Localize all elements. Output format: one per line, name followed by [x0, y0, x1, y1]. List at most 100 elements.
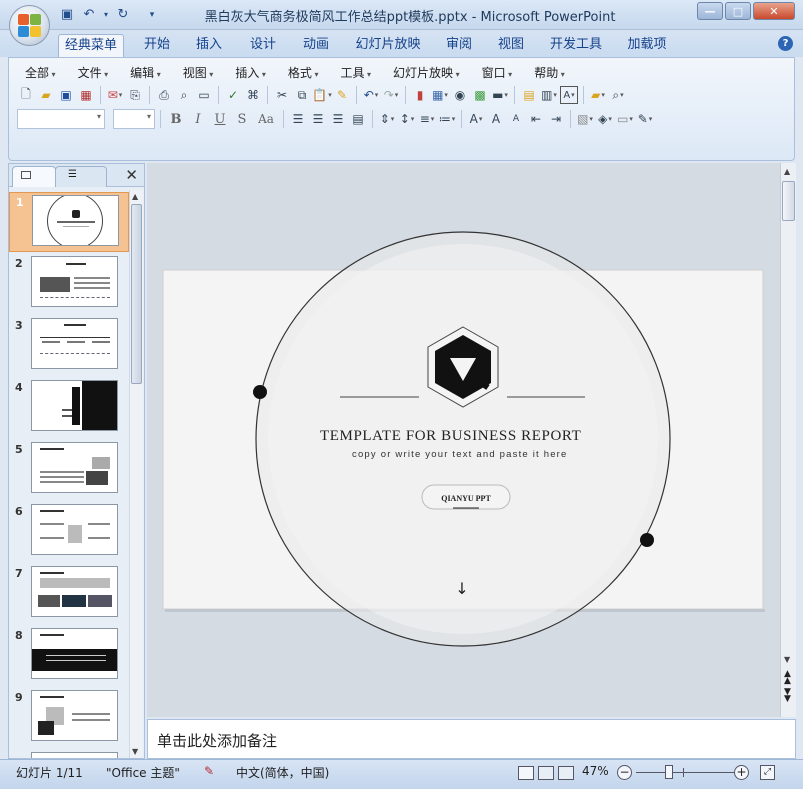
shape-icon[interactable]: ▬ [491, 86, 509, 104]
slide-thumbnail-4[interactable]: 4 [9, 378, 129, 438]
scroll-thumb[interactable] [131, 204, 142, 384]
bullets-icon[interactable]: ≔ [438, 110, 456, 128]
slide-thumbnail-3[interactable]: 3 [9, 316, 129, 376]
tab-design[interactable]: 设计 [244, 34, 282, 57]
undo-dropdown-icon[interactable]: ▾ [102, 6, 110, 23]
paste-icon[interactable]: 📋 [312, 86, 331, 104]
shape-outline-icon[interactable]: ✎ [636, 110, 654, 128]
scroll-up-icon[interactable]: ▲ [132, 192, 138, 201]
change-case-icon[interactable]: Aa [254, 112, 278, 126]
menu-help[interactable]: 帮助 [528, 64, 571, 82]
bold-icon[interactable]: B [166, 112, 186, 127]
clipart-icon[interactable]: ◉ [451, 86, 469, 104]
cut-icon[interactable]: ✂ [273, 86, 291, 104]
align-right-icon[interactable]: ☰ [329, 110, 347, 128]
send-icon[interactable]: ✉ [106, 86, 124, 104]
tab-addins[interactable]: 加载项 [622, 34, 672, 57]
outline-tab[interactable]: ☰ [55, 166, 107, 187]
tab-animations[interactable]: 动画 [297, 34, 335, 57]
redo-icon[interactable]: ↻ [114, 6, 132, 23]
next-slide-icon[interactable]: ▼ ▼ [784, 688, 791, 704]
open-folder-icon[interactable]: ▰ [37, 86, 55, 104]
slide-vertical-scrollbar[interactable]: ▲ ▼ ▲ ▲ ▼ ▼ [780, 163, 796, 717]
tab-classic-menu[interactable]: 经典菜单 [58, 34, 124, 57]
menu-tools[interactable]: 工具 [334, 64, 377, 82]
research-icon[interactable]: ⌘ [244, 86, 262, 104]
slide-thumbnail-9[interactable]: 9 [9, 688, 129, 748]
new-file-icon[interactable]: 🗋 [17, 86, 35, 104]
view-icon[interactable]: ▭ [195, 86, 213, 104]
save-icon[interactable]: ▣ [57, 86, 75, 104]
textbox-icon[interactable]: A [560, 86, 578, 104]
menu-view[interactable]: 视图 [177, 64, 220, 82]
language-status[interactable]: 中文(简体，中国) [236, 764, 329, 781]
numbering-icon[interactable]: ≡ [418, 110, 436, 128]
slide-thumbnail-7[interactable]: 7 [9, 564, 129, 624]
italic-icon[interactable]: I [188, 112, 208, 127]
folder-icon[interactable]: ▰ [589, 86, 607, 104]
decrease-indent-icon[interactable]: ⇤ [527, 110, 545, 128]
slide-thumbnail-2[interactable]: 2 [9, 254, 129, 314]
menu-format[interactable]: 格式 [282, 64, 325, 82]
slide-thumbnail-6[interactable]: 6 [9, 502, 129, 562]
spelling-status-icon[interactable]: ✎ [204, 764, 214, 778]
format-painter-icon[interactable]: ✎ [333, 86, 351, 104]
tab-developer[interactable]: 开发工具 [545, 34, 607, 57]
close-button[interactable]: ✕ [753, 2, 795, 20]
align-left-icon[interactable]: ☰ [289, 110, 307, 128]
font-name-combo[interactable] [17, 109, 105, 129]
chart-icon[interactable]: ▮ [411, 86, 429, 104]
pane-close-icon[interactable]: ✕ [125, 166, 138, 184]
zoom-slider-thumb[interactable] [664, 765, 673, 779]
fit-to-window-icon[interactable]: ⤢ [760, 765, 775, 780]
shrink-font-icon[interactable]: A [507, 110, 525, 128]
undo-icon[interactable]: ↶ [362, 86, 380, 104]
underline-icon[interactable]: U [210, 112, 230, 127]
menu-all[interactable]: 全部 [19, 64, 62, 82]
font-color-icon[interactable]: A [467, 110, 485, 128]
print-preview-icon[interactable]: ⌕ [175, 86, 193, 104]
slide-thumbnail-8[interactable]: 8 [9, 626, 129, 686]
slide-thumbnail-1[interactable]: 1 [9, 192, 129, 252]
copy-icon[interactable]: ⧉ [293, 86, 311, 104]
shadow-icon[interactable]: S [232, 112, 252, 127]
slide-thumbnail-5[interactable]: 5 [9, 440, 129, 500]
zoom-slider[interactable] [636, 772, 734, 773]
shape-fill-icon[interactable]: ▭ [616, 110, 634, 128]
menu-insert[interactable]: 插入 [229, 64, 272, 82]
scroll-thumb[interactable] [782, 181, 795, 221]
thumbnails-scrollbar[interactable]: ▲ ▼ [129, 190, 143, 758]
spelling-icon[interactable]: ✓ [224, 86, 242, 104]
arrange-icon[interactable]: ▧ [576, 110, 594, 128]
layout-icon[interactable]: ▥ [540, 86, 558, 104]
menu-edit[interactable]: 编辑 [124, 64, 167, 82]
minimize-button[interactable]: — [697, 2, 723, 20]
scroll-up-icon[interactable]: ▲ [784, 167, 790, 176]
find-icon[interactable]: ⌕ [609, 86, 627, 104]
slide-thumbnail-10[interactable] [9, 750, 129, 758]
help-icon[interactable]: ? [778, 36, 793, 51]
font-size-combo[interactable] [113, 109, 155, 129]
notes-pane[interactable]: 单击此处添加备注 [147, 719, 796, 759]
text-direction-icon[interactable]: ⇕ [378, 110, 396, 128]
office-button[interactable] [9, 5, 50, 46]
zoom-out-icon[interactable]: − [617, 765, 632, 780]
zoom-level[interactable]: 47% [582, 764, 609, 778]
normal-view-icon[interactable] [518, 766, 534, 780]
tab-home[interactable]: 开始 [138, 34, 176, 57]
publish-icon[interactable]: ⎘ [126, 86, 144, 104]
maximize-button[interactable]: □ [725, 2, 751, 20]
permission-icon[interactable]: ▦ [77, 86, 95, 104]
previous-slide-icon[interactable]: ▲ ▲ [784, 670, 791, 686]
slides-tab[interactable] [12, 166, 56, 187]
scroll-down-icon[interactable]: ▼ [132, 747, 138, 756]
slideshow-view-icon[interactable] [558, 766, 574, 780]
zoom-in-icon[interactable]: + [734, 765, 749, 780]
tab-review[interactable]: 审阅 [440, 34, 478, 57]
tab-insert[interactable]: 插入 [190, 34, 228, 57]
increase-indent-icon[interactable]: ⇥ [547, 110, 565, 128]
scroll-down-icon[interactable]: ▼ [784, 655, 790, 664]
tab-view[interactable]: 视图 [492, 34, 530, 57]
justify-icon[interactable]: ▤ [349, 110, 367, 128]
undo-icon[interactable]: ↶ [80, 6, 98, 23]
